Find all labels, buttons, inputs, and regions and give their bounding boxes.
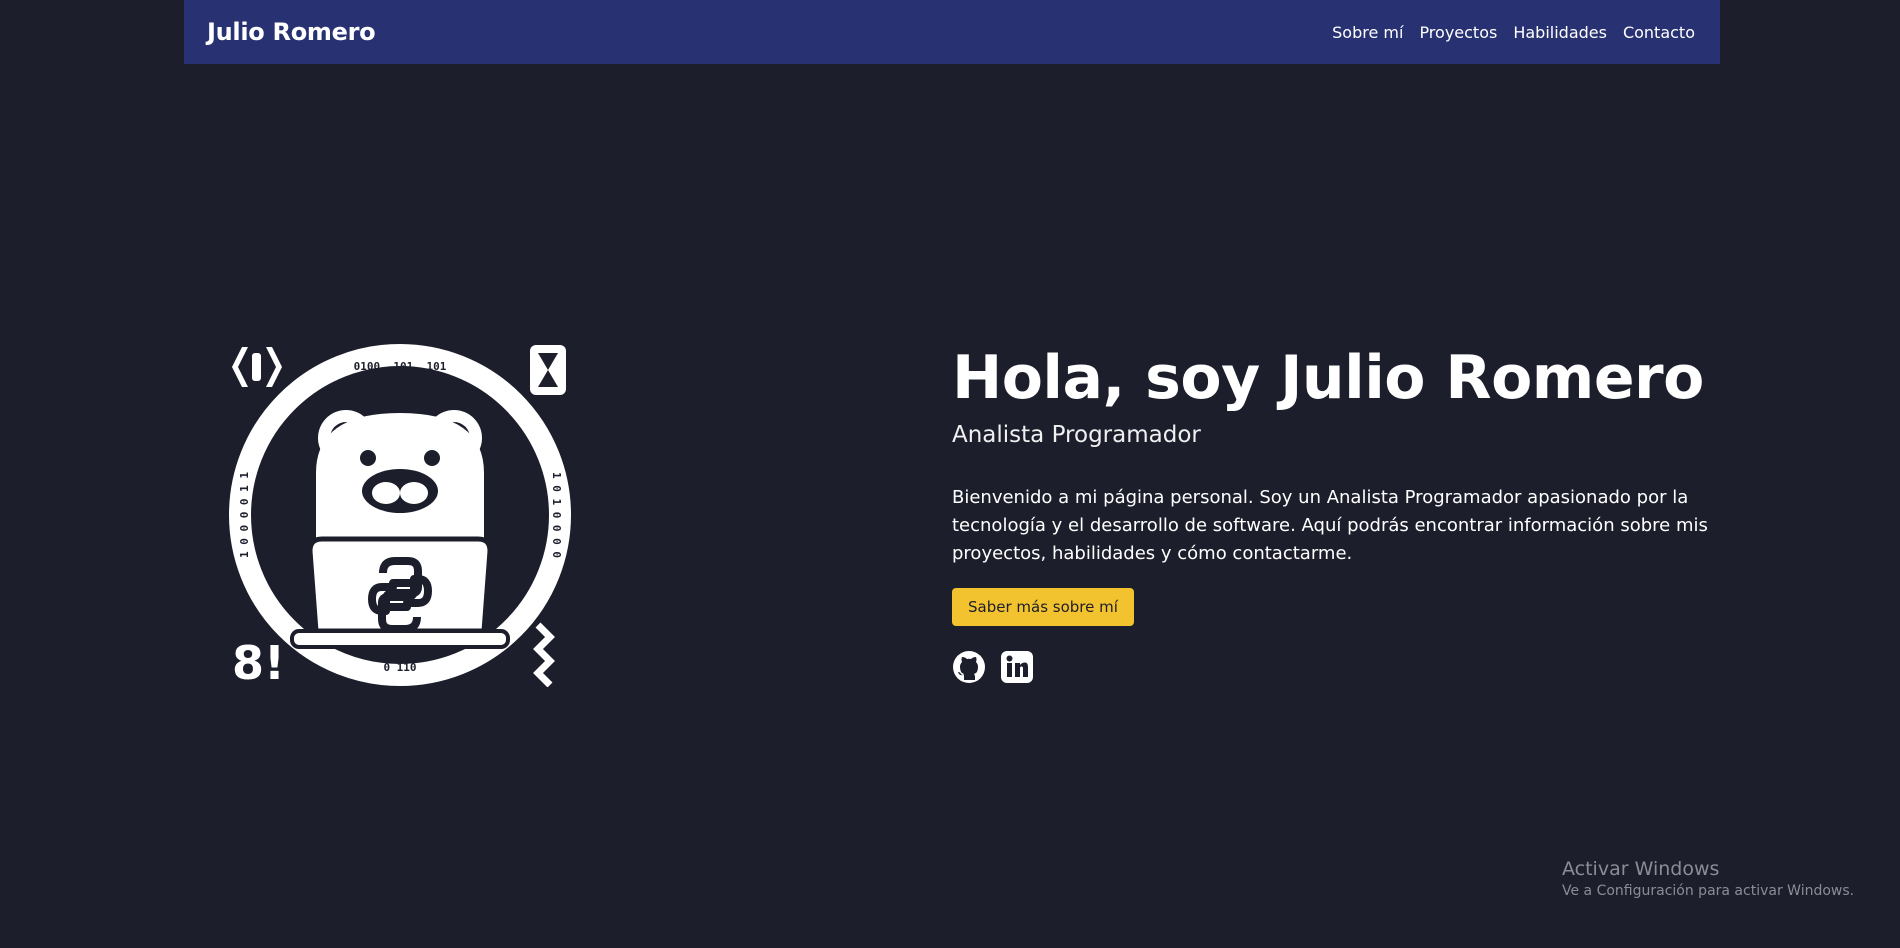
linkedin-link[interactable] — [1000, 650, 1034, 684]
ring-text-top: 0100, 101, 101 — [354, 360, 447, 373]
nav-links: Sobre mí Proyectos Habilidades Contacto — [1332, 23, 1695, 42]
corner-glyph: 8! — [232, 636, 285, 687]
hero-title: Hola, soy Julio Romero — [952, 343, 1704, 413]
nav-link-sobre-mi[interactable]: Sobre mí — [1332, 23, 1403, 42]
github-link[interactable] — [952, 650, 986, 684]
ring-text-left: 1 0 0 0 0 1 1 — [238, 472, 251, 558]
hero-description: Bienvenido a mi página personal. Soy un … — [952, 487, 1708, 564]
nav-link-contacto[interactable]: Contacto — [1623, 23, 1695, 42]
hero-subtitle: Analista Programador — [952, 422, 1201, 448]
ring-text-right: 1 0 1 0 0 0 0 — [550, 472, 563, 558]
hero-section: Hola, soy Julio Romero Analista Programa… — [952, 338, 1712, 684]
zigzag-icon — [533, 622, 555, 687]
linkedin-icon — [1001, 651, 1033, 683]
watermark-title: Activar Windows — [1562, 858, 1720, 880]
about-me-button[interactable]: Saber más sobre mí — [952, 588, 1134, 626]
watermark-subtitle: Ve a Configuración para activar Windows. — [1562, 883, 1855, 899]
social-links — [952, 650, 1712, 684]
nav-link-habilidades[interactable]: Habilidades — [1513, 23, 1607, 42]
navbar: Julio Romero Sobre mí Proyectos Habilida… — [184, 0, 1720, 64]
hourglass-icon — [530, 345, 566, 395]
hero-bear-laptop-illustration: 0100, 101, 101 0 110 1 0 0 0 0 1 1 1 0 1… — [229, 344, 571, 687]
github-icon — [953, 651, 985, 683]
code-brackets-icon — [232, 347, 282, 387]
windows-activation-watermark: Activar Windows Ve a Configuración para … — [1562, 857, 1854, 901]
brand-link[interactable]: Julio Romero — [207, 18, 376, 46]
nav-link-proyectos[interactable]: Proyectos — [1419, 23, 1497, 42]
ring-text-bottom: 0 110 — [383, 661, 416, 674]
